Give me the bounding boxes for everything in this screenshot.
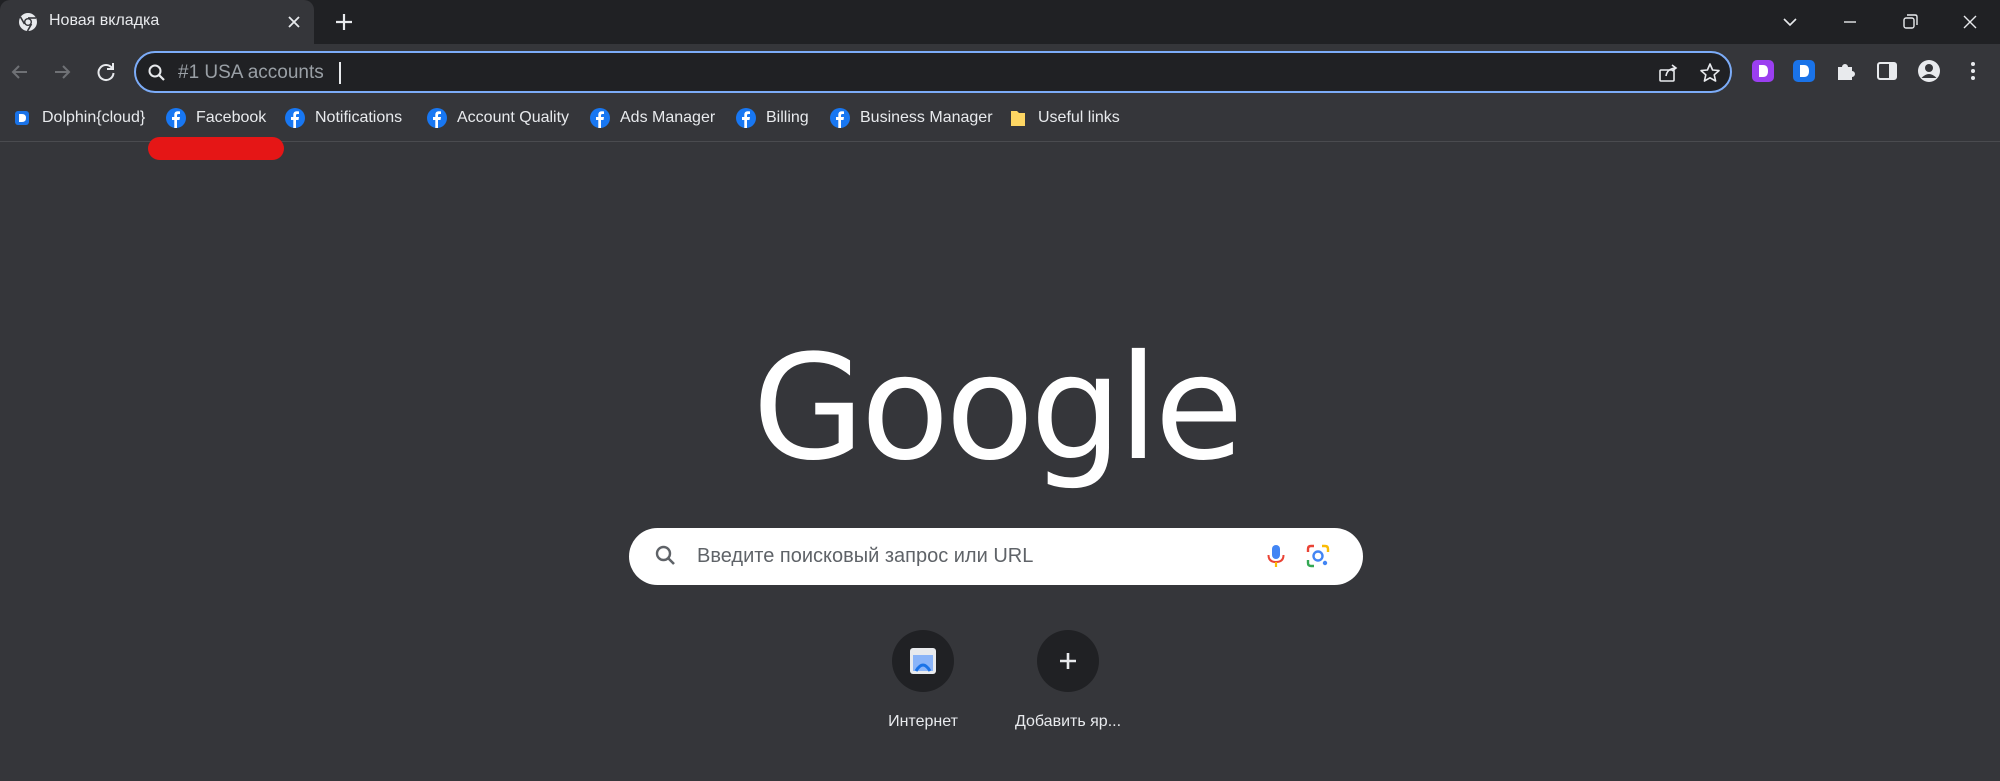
folder-icon [1011, 111, 1025, 126]
address-bar[interactable]: #1 USA accounts [134, 51, 1732, 93]
bookmark-label: Facebook [196, 109, 267, 126]
back-icon[interactable] [6, 58, 34, 86]
ntp-search-box[interactable]: Введите поисковый запрос или URL [629, 528, 1363, 585]
restore-icon[interactable] [1896, 8, 1924, 36]
chrome-icon [19, 13, 37, 32]
facebook-icon [736, 108, 756, 128]
side-panel-icon[interactable] [1874, 58, 1900, 84]
shortcut-label: Интернет [888, 713, 958, 730]
shortcut-internet[interactable]: Интернет [858, 630, 988, 740]
new-tab-icon[interactable] [332, 10, 356, 34]
extensions-puzzle-icon[interactable] [1833, 58, 1859, 84]
bookmark-notifications[interactable]: Notifications [285, 100, 402, 136]
bookmark-facebook[interactable]: Facebook [166, 100, 266, 136]
menu-kebab-icon[interactable] [1960, 58, 1986, 84]
tab-title: Новая вкладка [49, 12, 160, 29]
active-tab[interactable]: Новая вкладка [0, 0, 314, 44]
bookmark-label: Ads Manager [620, 109, 716, 126]
bookmark-star-icon[interactable] [1698, 61, 1722, 85]
bookmark-billing[interactable]: Billing [736, 100, 809, 136]
bookmark-ads-manager[interactable]: Ads Manager [590, 100, 715, 136]
close-window-icon[interactable] [1956, 8, 1984, 36]
bookmark-label: Useful links [1038, 109, 1120, 126]
dolphin-icon [15, 111, 29, 125]
microphone-icon[interactable] [1263, 543, 1289, 569]
close-tab-icon[interactable] [284, 12, 304, 32]
minimize-icon[interactable] [1836, 8, 1864, 36]
facebook-icon [285, 108, 305, 128]
share-icon[interactable] [1656, 61, 1680, 85]
annotation-mark [148, 137, 284, 160]
plus-icon [1060, 653, 1076, 669]
bookmark-label: Account Quality [457, 109, 570, 126]
search-icon [148, 64, 165, 81]
bookmarks-bar: Dolphin{cloud} Facebook Notifications Ac… [0, 100, 2000, 142]
reload-icon[interactable] [92, 58, 120, 86]
bookmark-account-quality[interactable]: Account Quality [427, 100, 569, 136]
dolphin-cloud-extension-icon[interactable] [1791, 58, 1817, 84]
bookmark-label: Dolphin{cloud} [42, 109, 146, 126]
google-logo: Google [752, 324, 1243, 493]
profile-avatar-icon[interactable] [1916, 58, 1942, 84]
bookmark-label: Billing [766, 109, 809, 126]
bookmark-dolphin-cloud[interactable]: Dolphin{cloud} [12, 100, 145, 136]
bookmark-folder-useful-links[interactable]: Useful links [1008, 100, 1120, 136]
forward-icon[interactable] [48, 58, 76, 86]
internet-shortcut-icon [910, 648, 936, 674]
search-icon [655, 545, 675, 565]
shortcut-add[interactable]: Добавить яр... [1003, 630, 1133, 740]
title-bar: Новая вкладка [0, 0, 2000, 44]
dolphin-extension-icon[interactable] [1750, 58, 1776, 84]
text-caret [339, 62, 341, 84]
facebook-icon [590, 108, 610, 128]
search-placeholder: Введите поисковый запрос или URL [697, 545, 1034, 567]
facebook-icon [830, 108, 850, 128]
facebook-icon [166, 108, 186, 128]
tab-search-icon[interactable] [1776, 8, 1804, 36]
bookmark-label: Business Manager [860, 109, 993, 126]
bookmark-business-manager[interactable]: Business Manager [830, 100, 993, 136]
bookmark-label: Notifications [315, 109, 403, 126]
address-bar-text: #1 USA accounts [178, 62, 324, 83]
shortcut-tile [892, 630, 954, 692]
shortcut-label: Добавить яр... [1014, 713, 1122, 730]
shortcut-tile [1037, 630, 1099, 692]
toolbar: #1 USA accounts [0, 44, 2000, 100]
google-lens-icon[interactable] [1305, 543, 1331, 569]
facebook-icon [427, 108, 447, 128]
